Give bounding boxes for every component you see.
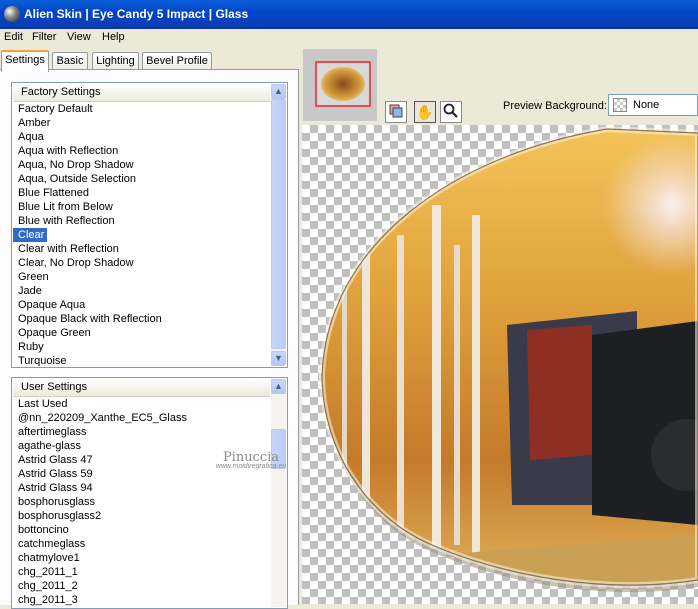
navigator-thumbnail[interactable] <box>315 61 371 107</box>
list-item[interactable]: Opaque Green <box>13 326 270 340</box>
thumbnail-image <box>321 67 365 101</box>
list-item[interactable]: catchmeglass <box>13 537 270 551</box>
list-item[interactable]: bottoncino <box>13 523 270 537</box>
list-item-selected[interactable]: Clear <box>13 228 48 242</box>
list-item[interactable]: Aqua with Reflection <box>13 144 270 158</box>
zoom-icon[interactable] <box>440 101 462 123</box>
list-item[interactable]: Opaque Black with Reflection <box>13 312 270 326</box>
hand-icon[interactable]: ✋ <box>414 101 436 123</box>
menu-edit[interactable]: Edit <box>4 31 23 43</box>
tab-strip: Settings Basic Lighting Bevel Profile <box>0 50 300 72</box>
user-settings-header: User Settings <box>13 379 270 397</box>
list-item[interactable]: chg_2011_2 <box>13 579 270 593</box>
factory-settings-scrollbar[interactable]: ▲ ▼ <box>271 84 286 366</box>
user-settings-scrollbar[interactable]: ▲ <box>271 379 286 607</box>
menu-bar: Edit Filter View Help <box>0 29 698 47</box>
tab-lighting[interactable]: Lighting <box>92 52 139 70</box>
list-item[interactable]: Clear, No Drop Shadow <box>13 256 270 270</box>
preview-background-select[interactable]: None <box>608 94 698 116</box>
preview-canvas[interactable] <box>302 125 698 604</box>
factory-settings-header: Factory Settings <box>13 84 270 102</box>
menu-filter[interactable]: Filter <box>32 31 56 43</box>
list-item[interactable]: chg_2011_3 <box>13 593 270 607</box>
list-item[interactable]: chg_2011_1 <box>13 565 270 579</box>
user-settings-list[interactable]: User Settings Last Used @nn_220209_Xanth… <box>11 377 288 609</box>
list-item[interactable]: aftertimeglass <box>13 425 270 439</box>
list-item[interactable]: Blue Lit from Below <box>13 200 270 214</box>
preview-background-value: None <box>633 99 660 111</box>
list-item[interactable]: Aqua, No Drop Shadow <box>13 158 270 172</box>
watermark: Pinuccia www.moidiregrafica.eu <box>206 450 296 470</box>
list-item[interactable]: Factory Default <box>13 102 270 116</box>
factory-settings-list[interactable]: Factory Settings Factory Default Amber A… <box>11 82 288 368</box>
factory-settings-items: Factory Default Amber Aqua Aqua with Ref… <box>13 102 270 366</box>
scroll-down-icon[interactable]: ▼ <box>271 351 286 366</box>
scroll-up-icon[interactable]: ▲ <box>271 84 286 99</box>
list-item[interactable]: @nn_220209_Xanthe_EC5_Glass <box>13 411 270 425</box>
preview-background-label: Preview Background: <box>503 100 607 112</box>
list-item[interactable]: Turquoise <box>13 354 270 366</box>
glass-preview-image <box>318 125 698 593</box>
list-item[interactable]: bosphorusglass <box>13 495 270 509</box>
list-item[interactable]: Amber <box>13 116 270 130</box>
title-bar: Alien Skin | Eye Candy 5 Impact | Glass <box>0 0 698 29</box>
list-item[interactable]: Clear with Reflection <box>13 242 270 256</box>
list-item[interactable]: Aqua, Outside Selection <box>13 172 270 186</box>
menu-view[interactable]: View <box>67 31 91 43</box>
preview-toggle-icon[interactable] <box>385 101 407 123</box>
scrollbar-thumb[interactable] <box>271 99 286 349</box>
list-item[interactable]: Opaque Aqua <box>13 298 270 312</box>
transparency-swatch-icon <box>613 98 627 112</box>
watermark-url: www.moidiregrafica.eu <box>215 463 287 470</box>
list-item[interactable]: Blue Flattened <box>13 186 270 200</box>
list-item[interactable]: Last Used <box>13 397 270 411</box>
tab-settings[interactable]: Settings <box>1 50 49 72</box>
menu-help[interactable]: Help <box>102 31 125 43</box>
list-item[interactable]: bosphorusglass2 <box>13 509 270 523</box>
app-icon[interactable] <box>4 6 20 22</box>
scroll-up-icon[interactable]: ▲ <box>271 379 286 394</box>
list-item[interactable]: Green <box>13 270 270 284</box>
list-item[interactable]: Aqua <box>13 130 270 144</box>
list-item[interactable]: Ruby <box>13 340 270 354</box>
navigator[interactable] <box>303 49 377 121</box>
preview-panel: ✋ Preview Background: None <box>299 47 698 604</box>
window-title: Alien Skin | Eye Candy 5 Impact | Glass <box>24 7 249 21</box>
user-settings-items: Last Used @nn_220209_Xanthe_EC5_Glass af… <box>13 397 270 607</box>
list-item[interactable]: Astrid Glass 94 <box>13 481 270 495</box>
list-item[interactable]: Blue with Reflection <box>13 214 270 228</box>
list-item[interactable]: chatmylove1 <box>13 551 270 565</box>
tab-basic[interactable]: Basic <box>52 52 88 70</box>
tab-bevel-profile[interactable]: Bevel Profile <box>142 52 212 70</box>
list-item[interactable]: Jade <box>13 284 270 298</box>
settings-panel: Factory Settings Factory Default Amber A… <box>0 69 299 609</box>
